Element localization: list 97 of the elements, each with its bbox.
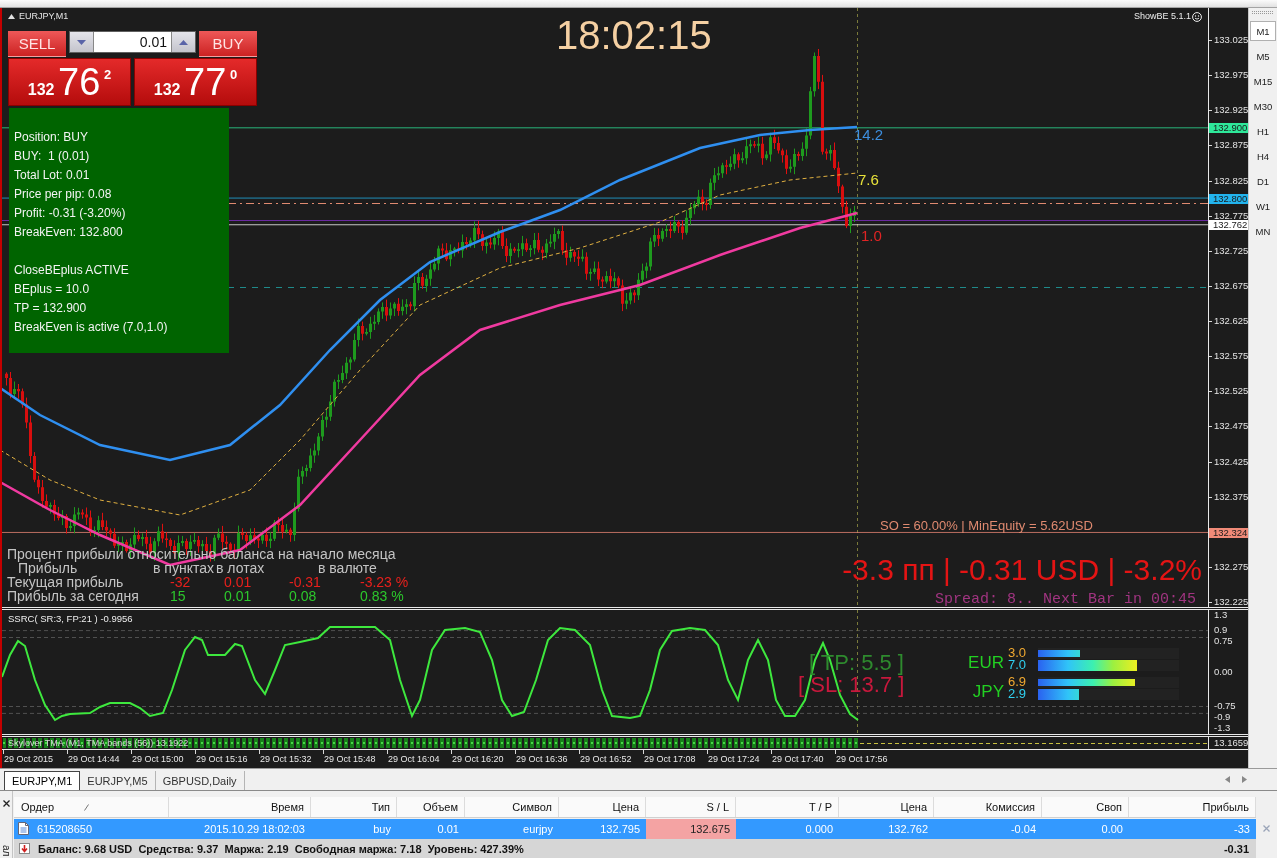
strength-value: 7.0	[1007, 659, 1028, 671]
strength-value: 2.9	[1007, 688, 1028, 700]
timeframe-button[interactable]: W1	[1250, 196, 1276, 216]
strength-value: 3.0	[1007, 647, 1028, 659]
column-header[interactable]: Комиссия	[934, 797, 1042, 817]
timeframe-button[interactable]: M5	[1250, 46, 1276, 66]
document-icon	[18, 822, 29, 835]
price-axis-label: 132.525	[1214, 386, 1248, 397]
time-axis-label: 29 Oct 16:52	[580, 754, 632, 764]
table-cell-text: -0.04	[1009, 821, 1037, 837]
sort-icon	[84, 803, 90, 811]
currency-label: EUR	[968, 654, 1004, 671]
timeframe-button[interactable]: H4	[1250, 146, 1276, 166]
price-axis-label: 133.025	[1214, 35, 1248, 45]
time-axis-label: 29 Oct 16:36	[516, 754, 568, 764]
column-header[interactable]: Прибыль	[1129, 797, 1256, 817]
column-header[interactable]: Цена	[839, 797, 934, 817]
column-header[interactable]: Цена	[559, 797, 646, 817]
column-header[interactable]: Тип	[311, 797, 397, 817]
total-profit-text: -0.31	[1223, 842, 1250, 855]
oscillator-axis-label: -0.75	[1214, 701, 1236, 711]
time-axis-label: 29 Oct 15:32	[260, 754, 312, 764]
column-header[interactable]: Время	[169, 797, 311, 817]
table-cell-text: 132.795	[599, 821, 641, 837]
time-axis-label: 29 Oct 2015	[4, 754, 54, 764]
terminal-side-label: ал	[0, 844, 12, 856]
price-tag: 132.324	[1209, 527, 1248, 538]
down-arrow-icon	[19, 843, 30, 854]
oscillator-axis-label: 0.9	[1214, 625, 1228, 636]
time-axis-label: 29 Oct 17:08	[644, 754, 696, 764]
column-header[interactable]: Символ	[465, 797, 559, 817]
table-cell-text: 132.762	[887, 821, 929, 837]
column-header[interactable]: T / P	[736, 797, 839, 817]
price-axis-label: 132.475	[1214, 421, 1248, 432]
time-axis-label: 29 Oct 16:20	[452, 754, 504, 764]
column-header[interactable]: Объем	[397, 797, 465, 817]
table-cell-text: 2015.10.29 18:02:03	[203, 821, 306, 837]
oscillator-axis-label: 1.3	[1214, 610, 1228, 620]
price-axis-label: 132.925	[1214, 105, 1248, 116]
timeframe-button[interactable]: H1	[1250, 121, 1276, 141]
oscillator-axis-label: 0.75	[1214, 636, 1233, 647]
price-axis-label: 132.875	[1214, 140, 1248, 151]
timeframe-button[interactable]: M1	[1250, 21, 1276, 41]
table-cell-text: 0.000	[804, 821, 834, 837]
oscillator-axis-label: -0.9	[1214, 712, 1231, 722]
time-axis-label: 29 Oct 17:24	[708, 754, 760, 764]
timeframe-button[interactable]: M15	[1250, 71, 1276, 91]
oscillator-axis-label: -1.3	[1214, 723, 1231, 733]
price-tag: 132.800	[1209, 193, 1248, 204]
table-cell: 132.675	[646, 818, 736, 839]
chart-tab[interactable]: EURJPY,M5	[80, 771, 156, 790]
price-axis-label: 132.375	[1214, 491, 1248, 502]
table-cell-text: buy	[372, 821, 392, 837]
price-axis-label: 132.425	[1214, 456, 1248, 467]
price-tag: 132.900	[1209, 123, 1248, 134]
oscillator-axis-label: 0.00	[1214, 666, 1233, 677]
price-axis-label: 132.725	[1214, 245, 1248, 256]
tma-axis-label: 13.1659	[1214, 738, 1248, 748]
close-icon[interactable]	[2, 800, 10, 807]
time-axis-label: 29 Oct 15:16	[196, 754, 248, 764]
price-axis-label: 132.775	[1214, 210, 1248, 221]
scroll-right-icon[interactable]	[1242, 776, 1247, 783]
strength-value: 6.9	[1007, 676, 1028, 688]
order-row[interactable]: 615208650 2015.10.29 18:02:03 buy 0.01 eurjpy 132.795 132.675 0.000 132.762 -0.04 0.00 -33	[14, 818, 1256, 839]
price-axis-label: 132.575	[1214, 351, 1248, 362]
indicator-title: SSRC( SR:3, FP:21 ) -0.9956	[8, 613, 133, 624]
column-header[interactable]: Ордер	[14, 797, 169, 817]
price-axis-label: 132.825	[1214, 175, 1248, 186]
time-axis-label: 29 Oct 14:44	[68, 754, 120, 764]
table-cell-text: eurjpy	[522, 821, 554, 837]
table-cell-text: -33	[1233, 821, 1251, 837]
chart-tab[interactable]: GBPUSD,Daily	[155, 771, 245, 790]
timeframe-button[interactable]: D1	[1250, 171, 1276, 191]
price-axis-label: 132.225	[1214, 597, 1248, 607]
price-axis-label: 132.675	[1214, 280, 1248, 291]
price-tag: 132.762	[1209, 220, 1248, 231]
timeframe-button[interactable]: M30	[1250, 96, 1276, 116]
time-axis-label: 29 Oct 17:40	[772, 754, 824, 764]
chart-tab[interactable]: EURJPY,M1	[4, 771, 81, 790]
time-axis-label: 29 Oct 15:48	[324, 754, 376, 764]
table-cell-text: 615208650	[37, 821, 93, 837]
time-axis-label: 29 Oct 17:56	[836, 754, 888, 764]
currency-label: JPY	[971, 683, 1004, 700]
indicator-title: Skylover TMA (M1, TMA bands (56)) 13.1922	[8, 737, 189, 749]
time-axis-label: 29 Oct 15:00	[132, 754, 184, 764]
account-summary-text: Баланс: 9.68 USD Средства: 9.37 Маржа: 2.19 Свободная маржа: 7.18 Уровень: 427.39%	[38, 842, 524, 855]
table-cell-text: 0.01	[436, 821, 460, 837]
timeframe-button[interactable]: MN	[1250, 221, 1276, 241]
grip-icon[interactable]	[1252, 11, 1274, 15]
column-header[interactable]: Своп	[1042, 797, 1129, 817]
price-axis-label: 132.975	[1214, 70, 1248, 81]
scroll-left-icon[interactable]	[1225, 776, 1230, 783]
price-axis-label: 132.275	[1214, 561, 1248, 572]
time-axis-label: 29 Oct 16:04	[388, 754, 440, 764]
column-header[interactable]: S / L	[646, 797, 736, 817]
table-cell-text: 0.00	[1100, 821, 1124, 837]
price-axis-label: 132.625	[1214, 316, 1248, 326]
